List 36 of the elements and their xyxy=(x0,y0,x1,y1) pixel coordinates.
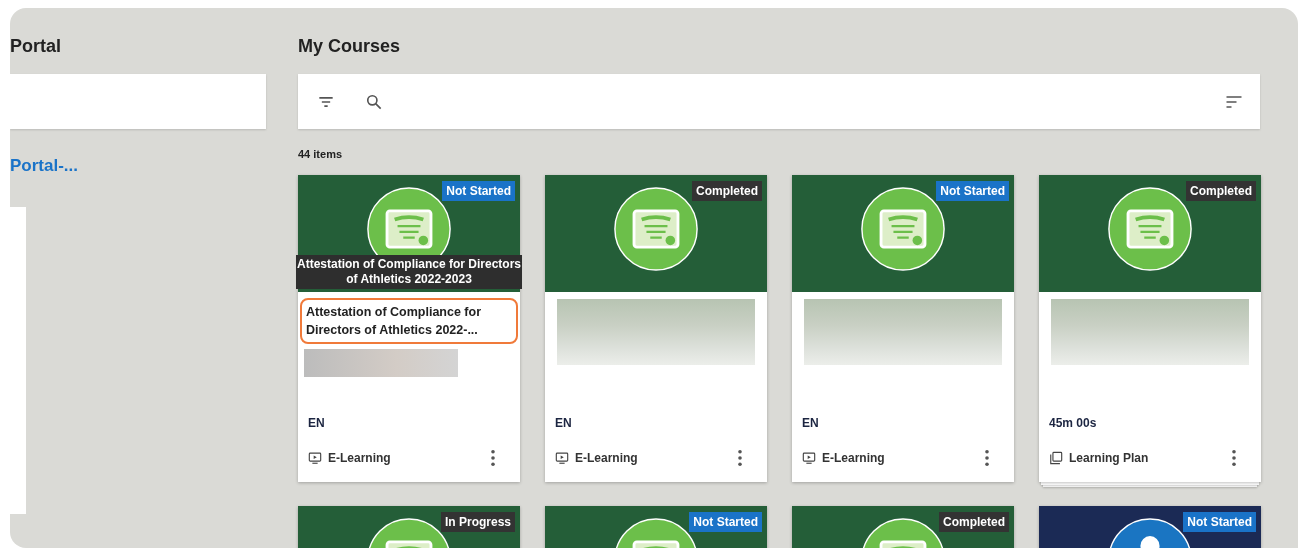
course-type: E-Learning xyxy=(822,451,885,465)
course-type: E-Learning xyxy=(328,451,391,465)
more-icon[interactable] xyxy=(490,449,496,467)
video-icon xyxy=(802,451,816,465)
course-card[interactable]: Not Started xyxy=(1039,506,1261,548)
item-count: 44 items xyxy=(298,147,344,161)
stack-icon xyxy=(1049,451,1063,465)
course-card[interactable]: In Progress xyxy=(298,506,520,548)
course-card[interactable]: Not Started xyxy=(545,506,767,548)
status-badge: Not Started xyxy=(1183,512,1256,532)
course-type: Learning Plan xyxy=(1069,451,1149,465)
course-meta: 45m 00s xyxy=(1049,416,1098,430)
page-heading: Portal xyxy=(10,36,62,56)
status-badge: Not Started xyxy=(936,181,1009,201)
video-icon xyxy=(308,451,322,465)
tooltip: Attestation of Compliance for Directors of Athletics 2022-2023 xyxy=(296,255,522,289)
status-badge: Completed xyxy=(1186,181,1256,201)
status-badge: Completed xyxy=(692,181,762,201)
status-badge: In Progress xyxy=(440,512,515,532)
status-badge: Completed xyxy=(939,512,1009,532)
video-icon xyxy=(555,451,569,465)
status-badge: Not Started xyxy=(689,512,762,532)
course-meta: EN xyxy=(802,416,820,430)
course-type: E-Learning xyxy=(575,451,638,465)
course-meta: EN xyxy=(555,416,573,430)
more-icon[interactable] xyxy=(1231,449,1237,467)
course-meta: EN xyxy=(308,416,326,430)
course-title[interactable]: Attestation of Compliance for Directors of Athletics 2022-... xyxy=(300,298,518,344)
more-icon[interactable] xyxy=(984,449,990,467)
more-icon[interactable] xyxy=(737,449,743,467)
course-card[interactable]: Not Started EN E-Learning xyxy=(792,175,1014,482)
course-card[interactable]: Completed EN E-Learning xyxy=(545,175,767,482)
page-heading: My Courses xyxy=(298,36,402,56)
course-card[interactable]: Completed xyxy=(792,506,1014,548)
status-badge: Not Started xyxy=(442,181,515,201)
course-card[interactable]: Not Started Attestation of Compliance for Directors of Athletics 2022-2023 Attestation of Compliance for Directors of Athletics 2022-... EN E-Learning xyxy=(298,175,520,482)
